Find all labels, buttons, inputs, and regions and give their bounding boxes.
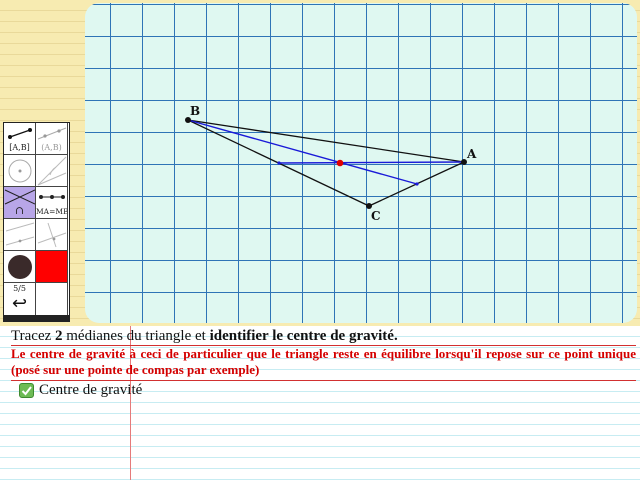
instruction-part2: médianes du triangle et bbox=[62, 328, 210, 344]
checkbox-row[interactable]: Centre de gravité bbox=[19, 381, 142, 399]
undo-button[interactable]: 5/5 ↩ bbox=[4, 283, 36, 317]
instruction-bold: identifier le centre de gravité. bbox=[209, 328, 398, 344]
midpoint-bc bbox=[277, 161, 281, 165]
median-from-a bbox=[278, 161, 465, 164]
intersection-tool-button[interactable]: ∩ bbox=[4, 187, 36, 219]
line-tool-button[interactable]: (A,B) bbox=[36, 123, 68, 155]
parallel-tool-button[interactable] bbox=[4, 219, 36, 251]
segment-tool-button[interactable]: [A,B] bbox=[4, 123, 36, 155]
segment-tool-label: [A,B] bbox=[9, 143, 30, 152]
line-tool-label: (A,B) bbox=[41, 143, 62, 152]
perpendicular-icon bbox=[37, 222, 67, 248]
point-a-label: A bbox=[466, 147, 477, 161]
equal-length-icon bbox=[39, 195, 65, 199]
checkmark-icon[interactable] bbox=[19, 382, 34, 398]
intersection-symbol: ∩ bbox=[14, 204, 25, 217]
geometry-canvas[interactable]: A B C bbox=[85, 3, 637, 323]
checkbox-label: Centre de gravité bbox=[39, 381, 143, 398]
centroid-point[interactable] bbox=[336, 159, 344, 167]
undo-icon: ↩ bbox=[11, 293, 28, 314]
equal-length-label: MA=MB bbox=[36, 207, 68, 216]
drawing-board[interactable]: A B C bbox=[85, 3, 637, 323]
segment-icon bbox=[8, 128, 32, 139]
line-icon bbox=[37, 127, 67, 140]
perpendicular-tool-button[interactable] bbox=[36, 219, 68, 251]
point-c-label: C bbox=[371, 209, 381, 223]
arc-tool-button[interactable] bbox=[36, 155, 68, 187]
side-ab bbox=[187, 119, 465, 163]
midpoint-ca bbox=[415, 182, 419, 186]
equal-length-tool-button[interactable]: MA=MB bbox=[36, 187, 68, 219]
instruction-text: Tracez 2 médianes du triangle et identif… bbox=[11, 327, 636, 345]
instructions-panel: Tracez 2 médianes du triangle et identif… bbox=[0, 326, 640, 480]
arc-icon bbox=[37, 156, 67, 186]
circle-tool-button[interactable] bbox=[4, 155, 36, 187]
tool-palette: [A,B] (A,B) ∩ MA=MB 5/5 ↩ bbox=[3, 122, 70, 322]
empty-tool-slot bbox=[36, 283, 68, 317]
red-color-swatch[interactable] bbox=[36, 251, 68, 283]
toolbar-footer bbox=[4, 315, 69, 321]
point-b-label: B bbox=[190, 104, 200, 118]
circle-icon bbox=[8, 159, 32, 183]
instruction-part1: Tracez bbox=[11, 328, 56, 344]
dark-dot-icon bbox=[8, 255, 32, 279]
info-text: Le centre de gravité à ceci de particuli… bbox=[11, 346, 636, 377]
parallel-icon bbox=[5, 222, 35, 246]
page-indicator: 5/5 bbox=[13, 284, 26, 293]
point-color-button[interactable] bbox=[4, 251, 36, 283]
instruction-count: 2 bbox=[55, 328, 63, 344]
